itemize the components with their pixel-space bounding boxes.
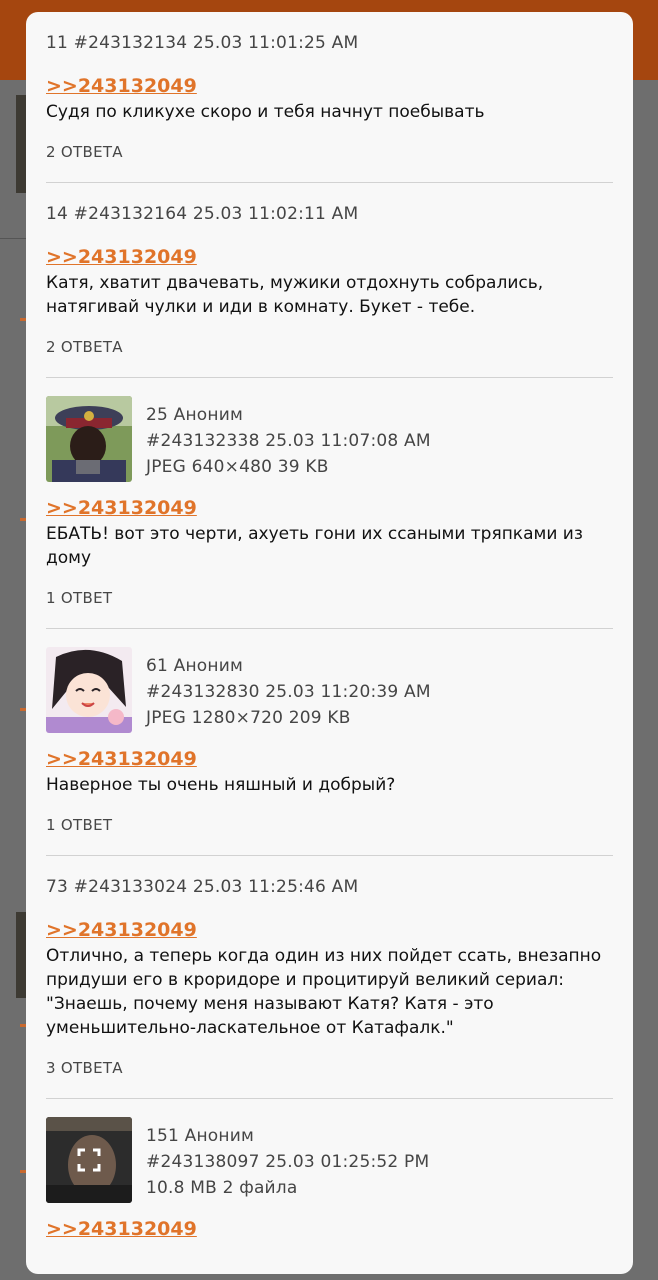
anime-girl-thumbnail[interactable] [46, 647, 132, 733]
post-header: 14 #243132164 25.03 11:02:11 AM [46, 204, 359, 224]
file-info: JPEG 1280×720 209 KB [146, 708, 351, 728]
replies-popup[interactable]: 11 #243132134 25.03 11:01:25 AM >>243132… [26, 12, 633, 1274]
background-divider [0, 238, 26, 239]
answers-count-button[interactable]: 1 ОТВЕТ [46, 815, 613, 835]
post-header: 11 #243132134 25.03 11:01:25 AM [46, 33, 359, 53]
background-thumbnail [16, 95, 26, 193]
answers-count-button[interactable]: 2 ОТВЕТА [46, 142, 613, 162]
background-thumbnail [16, 912, 26, 998]
post: 14 #243132164 25.03 11:02:11 AM >>243132… [46, 183, 613, 378]
fullscreen-icon [77, 1148, 101, 1172]
video-thumbnail[interactable] [46, 1117, 132, 1203]
file-info: JPEG 640×480 39 KB [146, 457, 329, 477]
post-number-author: 25 Аноним [146, 405, 243, 425]
post-header: 73 #243133024 25.03 11:25:46 AM [46, 877, 359, 897]
reply-link[interactable]: >>243132049 [46, 74, 197, 98]
post-text: Отлично, а теперь когда один из них пойд… [46, 946, 602, 1038]
post: 61 Аноним #243132830 25.03 11:20:39 AM J… [46, 629, 613, 856]
answers-count-button[interactable]: 1 ОТВЕТ [46, 588, 613, 608]
file-info: 10.8 MB 2 файла [146, 1178, 298, 1198]
police-officer-thumbnail[interactable] [46, 396, 132, 482]
post-id-date: #243132830 25.03 11:20:39 AM [146, 682, 431, 702]
post-id-date: #243132338 25.03 11:07:08 AM [146, 431, 431, 451]
answers-count-button[interactable]: 2 ОТВЕТА [46, 337, 613, 357]
reply-link[interactable]: >>243132049 [46, 918, 197, 942]
reply-link[interactable]: >>243132049 [46, 245, 197, 269]
reply-link[interactable]: >>243132049 [46, 1217, 197, 1241]
reply-link[interactable]: >>243132049 [46, 747, 197, 771]
post: 11 #243132134 25.03 11:01:25 AM >>243132… [46, 12, 613, 183]
post-text: ЕБАТЬ! вот это черти, ахуеть гони их сса… [46, 524, 583, 568]
post-number-author: 151 Аноним [146, 1126, 254, 1146]
post: 73 #243133024 25.03 11:25:46 AM >>243132… [46, 856, 613, 1099]
post: 151 Аноним #243138097 25.03 01:25:52 PM … [46, 1099, 613, 1241]
answers-count-button[interactable]: 3 ОТВЕТА [46, 1058, 613, 1078]
post-id-date: #243138097 25.03 01:25:52 PM [146, 1152, 430, 1172]
post-text: Судя по кликухе скоро и тебя начнут поеб… [46, 102, 485, 122]
post-number-author: 61 Аноним [146, 656, 243, 676]
post: 25 Аноним #243132338 25.03 11:07:08 AM J… [46, 378, 613, 629]
post-text: Катя, хватит двачевать, мужики отдохнуть… [46, 273, 544, 317]
post-text: Наверное ты очень няшный и добрый? [46, 775, 396, 795]
reply-link[interactable]: >>243132049 [46, 496, 197, 520]
